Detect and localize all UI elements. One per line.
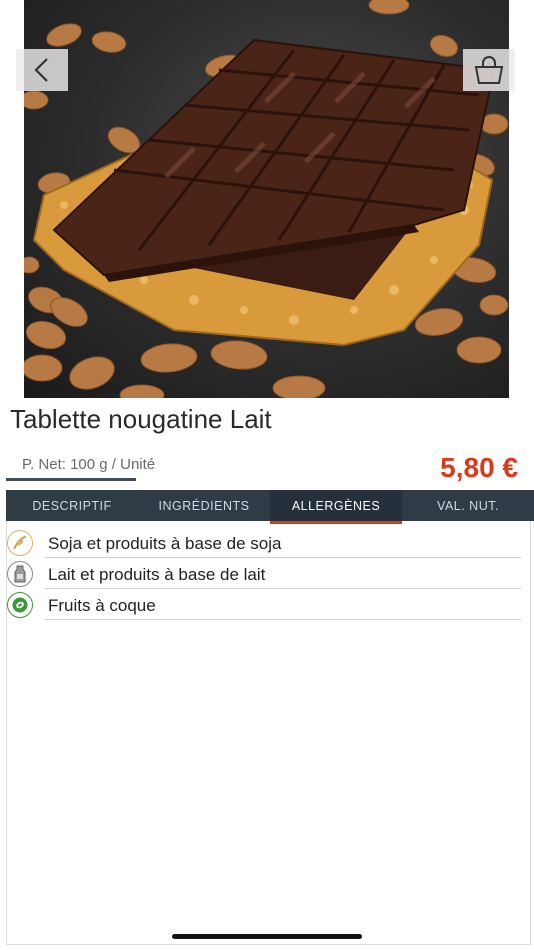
product-price: 5,80 €	[440, 452, 518, 483]
shopping-bag-icon	[474, 56, 504, 84]
divider	[45, 619, 521, 620]
allergen-label: Soja et produits à base de soja	[48, 534, 282, 553]
allergen-label: Fruits à coque	[48, 596, 156, 615]
weight-underline	[6, 478, 136, 481]
back-button[interactable]	[16, 49, 68, 91]
soy-icon	[7, 530, 33, 556]
list-item: Fruits à coque	[7, 589, 527, 620]
home-indicator[interactable]	[172, 934, 362, 939]
milk-icon	[7, 561, 33, 587]
allergen-label: Lait et produits à base de lait	[48, 565, 266, 584]
chevron-left-icon	[34, 58, 48, 82]
product-weight: P. Net: 100 g / Unité	[22, 456, 156, 473]
nut-icon	[7, 592, 33, 618]
tab-allergenes[interactable]: ALLERGÈNES	[270, 490, 402, 524]
product-image	[24, 0, 509, 398]
tab-ingredients[interactable]: INGRÉDIENTS	[138, 490, 270, 521]
tab-val-nut[interactable]: VAL. NUT.	[402, 490, 534, 521]
allergen-list: Soja et produits à base de soja Lait et …	[6, 521, 531, 945]
product-title: Tablette nougatine Lait	[10, 404, 272, 434]
cart-button[interactable]	[463, 49, 515, 91]
tab-bar: DESCRIPTIF INGRÉDIENTS ALLERGÈNES VAL. N…	[6, 490, 534, 524]
list-item: Soja et produits à base de soja	[7, 527, 527, 558]
tab-descriptif[interactable]: DESCRIPTIF	[6, 490, 138, 521]
list-item: Lait et produits à base de lait	[7, 558, 527, 589]
